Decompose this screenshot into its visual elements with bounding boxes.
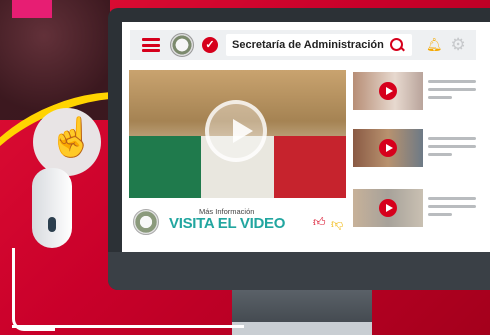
visit-video-link[interactable]: VISITA EL VIDEO bbox=[169, 215, 285, 232]
play-icon[interactable] bbox=[205, 100, 267, 162]
check-icon[interactable]: ✓ bbox=[202, 37, 218, 53]
seal-icon bbox=[170, 33, 194, 57]
hand-pointer-icon: ☝ bbox=[48, 117, 96, 159]
bell-icon[interactable]: 🔔︎ bbox=[426, 37, 443, 53]
main-video[interactable] bbox=[129, 70, 346, 198]
thumbs-up-icon[interactable]: 👍︎ bbox=[313, 215, 326, 230]
menu-icon[interactable] bbox=[142, 38, 160, 52]
play-icon[interactable] bbox=[379, 82, 397, 100]
gear-icon[interactable]: ⚙ bbox=[451, 35, 466, 55]
text-placeholder bbox=[428, 80, 478, 104]
pink-shape bbox=[12, 0, 52, 18]
search-text: Secretaría de Administración bbox=[232, 39, 384, 51]
browser-toolbar: ✓ Secretaría de Administración 🔔︎ ⚙ bbox=[130, 30, 476, 60]
mouse-icon bbox=[32, 168, 72, 248]
monitor-stand-base bbox=[232, 322, 372, 335]
video-footer: Más Información VISITA EL VIDEO 👍︎ 👎︎ bbox=[129, 205, 346, 239]
mouse-cable bbox=[12, 248, 55, 331]
mouse-wheel bbox=[48, 217, 56, 232]
thumbs-down-icon[interactable]: 👎︎ bbox=[331, 217, 343, 232]
text-placeholder bbox=[428, 197, 478, 221]
play-icon[interactable] bbox=[379, 139, 397, 157]
search-input[interactable]: Secretaría de Administración bbox=[226, 34, 412, 56]
search-icon[interactable] bbox=[389, 38, 404, 52]
mouse-cable bbox=[12, 325, 244, 328]
video-thumb-2[interactable] bbox=[353, 129, 423, 167]
monitor-chin bbox=[108, 252, 490, 290]
text-placeholder bbox=[428, 137, 478, 161]
seal-icon bbox=[133, 209, 159, 235]
video-thumb-1[interactable] bbox=[353, 72, 423, 110]
video-thumb-3[interactable] bbox=[353, 189, 423, 227]
play-icon[interactable] bbox=[379, 199, 397, 217]
